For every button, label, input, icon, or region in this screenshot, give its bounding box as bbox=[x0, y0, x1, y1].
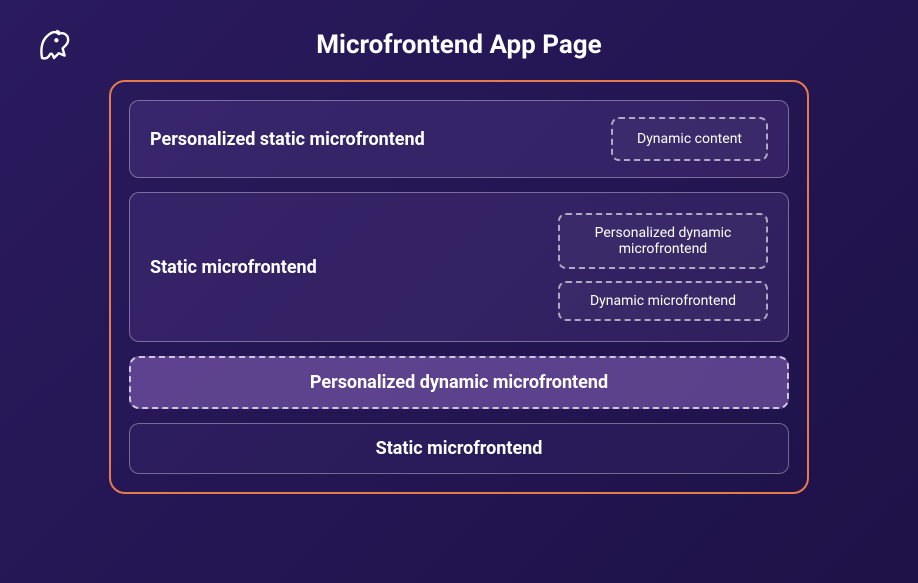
row-label: Personalized dynamic microfrontend bbox=[310, 372, 608, 393]
sub-label: Dynamic content bbox=[637, 131, 742, 147]
dynamic-content-box: Dynamic content bbox=[611, 117, 768, 161]
sub-box-stack: Personalized dynamic microfrontend Dynam… bbox=[558, 213, 768, 321]
sub-label: Personalized dynamic microfrontend bbox=[595, 225, 732, 257]
row-label: Personalized static microfrontend bbox=[150, 129, 425, 150]
page-title: Microfrontend App Page bbox=[0, 30, 918, 60]
dynamic-microfrontend-box: Dynamic microfrontend bbox=[558, 281, 768, 321]
personalized-dynamic-box: Personalized dynamic microfrontend bbox=[558, 213, 768, 269]
row-personalized-static: Personalized static microfrontend Dynami… bbox=[129, 100, 789, 178]
sub-label: Dynamic microfrontend bbox=[590, 293, 736, 309]
logo-icon bbox=[30, 22, 78, 70]
row-personalized-dynamic: Personalized dynamic microfrontend bbox=[129, 356, 789, 409]
row-static: Static microfrontend Personalized dynami… bbox=[129, 192, 789, 342]
row-label: Static microfrontend bbox=[376, 438, 543, 459]
diagram-container: Personalized static microfrontend Dynami… bbox=[109, 80, 809, 494]
row-static-bottom: Static microfrontend bbox=[129, 423, 789, 474]
row-label: Static microfrontend bbox=[150, 257, 317, 278]
